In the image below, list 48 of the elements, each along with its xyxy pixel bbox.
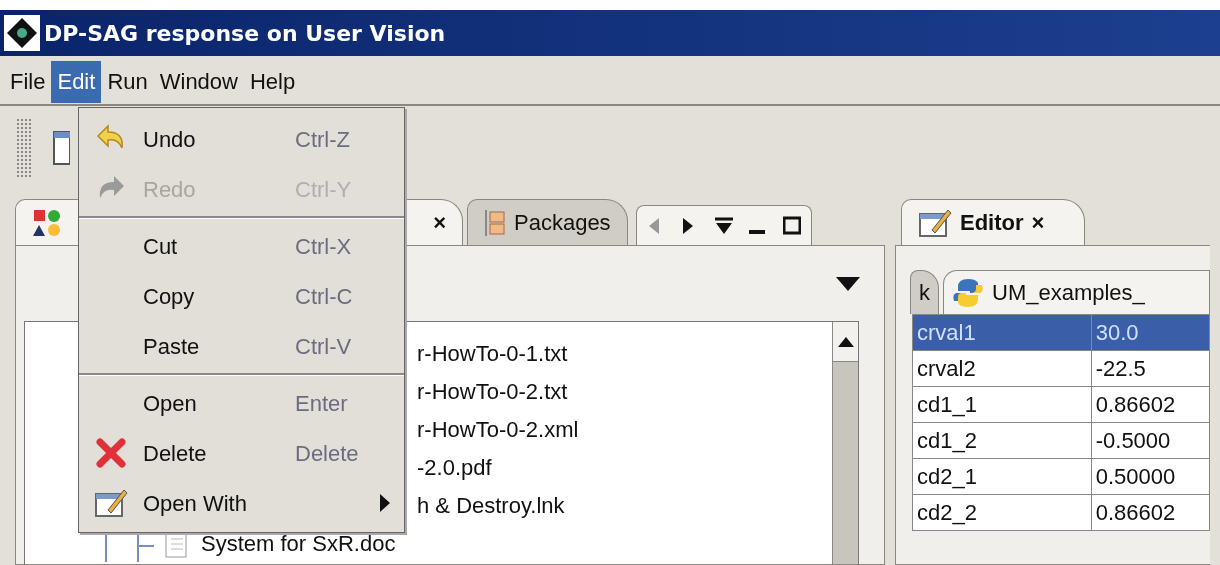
file-name[interactable]: r-HowTo-0-1.txt bbox=[417, 335, 568, 373]
delete-x-icon bbox=[94, 436, 128, 470]
file-tab[interactable]: k bbox=[910, 270, 939, 314]
table-cell[interactable]: cd2_2 bbox=[912, 494, 1092, 531]
table-cell[interactable]: -22.5 bbox=[1091, 350, 1210, 387]
table-cell[interactable]: 30.0 bbox=[1091, 314, 1210, 351]
dropdown-caret-icon[interactable] bbox=[836, 276, 860, 291]
app-logo-icon bbox=[4, 15, 40, 51]
menu-item[interactable]: Cut Ctrl-X bbox=[79, 221, 404, 271]
scroll-up-arrow-icon[interactable] bbox=[837, 336, 854, 347]
close-tab-icon[interactable]: × bbox=[433, 206, 446, 239]
close-tab-icon[interactable]: × bbox=[1031, 206, 1045, 239]
menu-item[interactable]: Delete Delete bbox=[79, 428, 404, 478]
shapes-icon bbox=[32, 207, 62, 238]
file-name[interactable]: -2.0.pdf bbox=[417, 449, 492, 487]
menu-item[interactable]: Help bbox=[244, 61, 302, 103]
menu-item[interactable]: Open With bbox=[79, 478, 404, 528]
table-cell[interactable]: 0.50000 bbox=[1091, 458, 1210, 495]
table-cell[interactable]: crval1 bbox=[912, 314, 1092, 351]
menu-item[interactable]: Run bbox=[101, 61, 154, 103]
panel-tab[interactable]: Editor × bbox=[901, 199, 1086, 245]
submenu-arrow-icon bbox=[380, 494, 390, 512]
window-title: DP-SAG response on User Vision bbox=[44, 19, 446, 48]
menu-item[interactable]: Window bbox=[153, 61, 244, 103]
table-cell[interactable]: crval2 bbox=[912, 350, 1092, 387]
maximize-icon[interactable] bbox=[782, 215, 801, 236]
menu-item[interactable]: Copy Ctrl-C bbox=[79, 271, 404, 321]
menu-item[interactable]: Open Enter bbox=[79, 378, 404, 428]
table-cell[interactable]: 0.86602 bbox=[1091, 386, 1210, 423]
tab-list-icon[interactable] bbox=[714, 215, 733, 236]
table-cell[interactable]: cd1_1 bbox=[912, 386, 1092, 423]
menu-item[interactable]: Edit bbox=[51, 61, 102, 103]
panel-tab[interactable]: Packages bbox=[467, 199, 628, 245]
table-cell[interactable]: 0.86602 bbox=[1091, 494, 1210, 531]
table-cell[interactable]: cd2_1 bbox=[912, 458, 1092, 495]
file-name[interactable]: r-HowTo-0-2.txt bbox=[417, 373, 568, 411]
file-tab[interactable]: UM_examples_ bbox=[943, 270, 1210, 314]
menu-item[interactable]: Paste Ctrl-V bbox=[79, 321, 404, 371]
toolbar-grip[interactable] bbox=[16, 118, 32, 178]
scrollbar[interactable] bbox=[832, 322, 858, 564]
file-name[interactable]: r-HowTo-0-2.xml bbox=[417, 411, 579, 449]
menu-item[interactable]: Undo Ctrl-Z bbox=[79, 114, 404, 164]
python-logo-icon bbox=[952, 276, 984, 309]
table-cell[interactable]: cd1_2 bbox=[912, 422, 1092, 459]
table-cell[interactable]: -0.5000 bbox=[1091, 422, 1210, 459]
menu-item[interactable]: File bbox=[4, 61, 52, 103]
package-grid-icon bbox=[484, 207, 506, 238]
file-name[interactable]: h & Destroy.lnk bbox=[417, 487, 565, 525]
